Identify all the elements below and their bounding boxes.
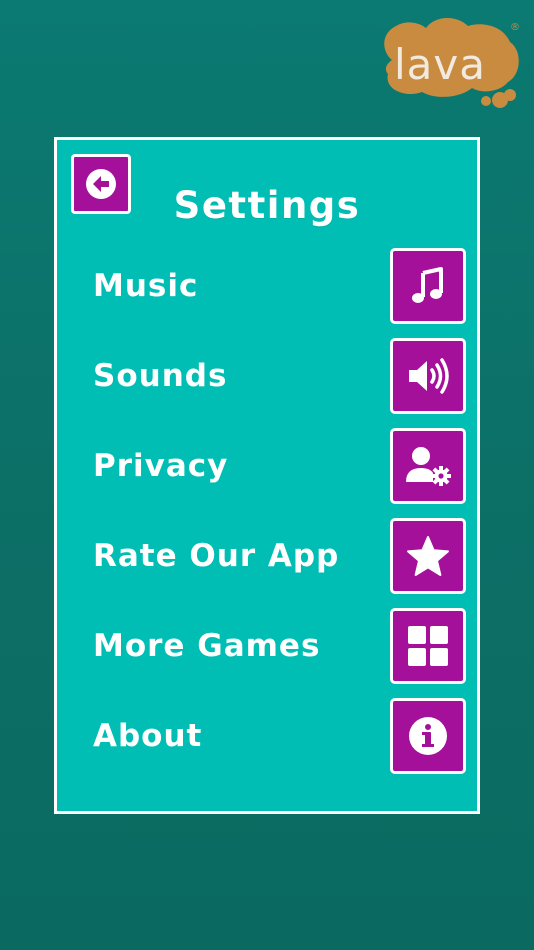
settings-row-more-games: More Games — [57, 608, 477, 684]
more-games-label: More Games — [93, 628, 321, 664]
settings-row-privacy: Privacy — [57, 428, 477, 504]
lava-logo: lava ® — [376, 12, 534, 122]
star-icon — [407, 536, 449, 576]
user-settings-icon — [406, 447, 451, 486]
rate-our-app-label: Rate Our App — [93, 538, 340, 574]
music-note-icon — [412, 267, 443, 303]
settings-row-music: Music — [57, 248, 477, 324]
about-label: About — [93, 718, 203, 754]
privacy-label: Privacy — [93, 448, 229, 484]
about-button[interactable] — [390, 698, 466, 774]
logo-text: lava — [394, 40, 486, 89]
registered-mark: ® — [510, 22, 520, 33]
grid-icon — [408, 626, 448, 666]
info-icon — [409, 717, 447, 755]
music-label: Music — [93, 268, 199, 304]
speaker-volume-icon — [409, 358, 449, 394]
page-title: Settings — [173, 184, 361, 227]
music-button[interactable] — [390, 248, 466, 324]
settings-row-rate-our-app: Rate Our App — [57, 518, 477, 594]
settings-row-sounds: Sounds — [57, 338, 477, 414]
more-games-button[interactable] — [390, 608, 466, 684]
sounds-button[interactable] — [390, 338, 466, 414]
privacy-button[interactable] — [390, 428, 466, 504]
settings-panel: Settings Music Sounds Privacy Rate Our A… — [54, 137, 480, 814]
sounds-label: Sounds — [93, 358, 228, 394]
rate-our-app-button[interactable] — [390, 518, 466, 594]
settings-row-about: About — [57, 698, 477, 774]
